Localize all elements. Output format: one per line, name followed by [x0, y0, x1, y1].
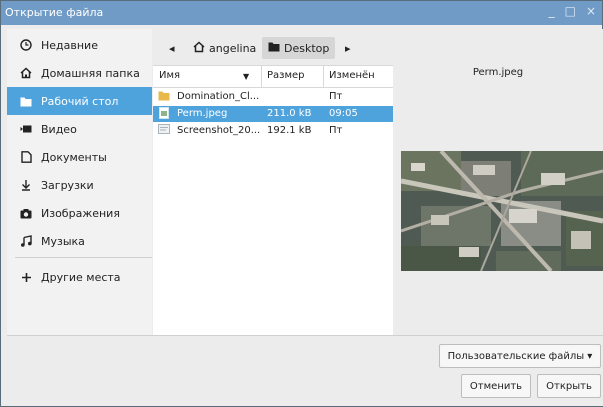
column-separator[interactable]: [323, 66, 324, 88]
column-name[interactable]: Имя: [159, 70, 180, 81]
sidebar-item-video[interactable]: Видео: [7, 115, 152, 143]
path-home-button[interactable]: angelina: [187, 37, 262, 59]
sidebar-item-recent[interactable]: Недавние: [7, 31, 152, 59]
file-filter-dropdown[interactable]: Пользовательские файлы ▾: [439, 344, 601, 368]
folder-icon: [158, 90, 170, 104]
folder-icon: [19, 96, 33, 107]
preview-pane: Perm.jpeg: [393, 65, 603, 335]
sidebar-item-label: Недавние: [41, 38, 98, 52]
open-button[interactable]: Открыть: [537, 374, 601, 398]
file-list-header: Имя ▼ Размер Изменён: [153, 66, 393, 88]
path-back-button[interactable]: ◂: [163, 37, 181, 59]
cancel-button[interactable]: Отменить: [461, 374, 531, 398]
image-file-icon: [159, 107, 169, 122]
file-row[interactable]: Screenshot_20... 192.1 kB Пт: [153, 123, 393, 139]
home-icon: [19, 67, 33, 79]
sidebar-item-home[interactable]: Домашняя папка: [7, 59, 152, 87]
music-icon: [19, 235, 33, 247]
column-modified[interactable]: Изменён: [329, 70, 375, 81]
chevron-left-icon: ◂: [169, 41, 175, 55]
path-forward-button[interactable]: ▸: [339, 37, 357, 59]
sidebar-item-desktop[interactable]: Рабочий стол: [7, 87, 152, 115]
sidebar-item-music[interactable]: Музыка: [7, 227, 152, 255]
places-sidebar: Недавние Домашняя папка Рабочий стол Вид…: [7, 29, 152, 335]
sidebar-item-downloads[interactable]: Загрузки: [7, 171, 152, 199]
file-name: Screenshot_20...: [177, 125, 261, 136]
window-title: Открытие файла: [5, 6, 104, 19]
preview-title: Perm.jpeg: [472, 67, 524, 78]
file-modified: Пт: [329, 91, 343, 102]
sidebar-item-label: Документы: [41, 150, 107, 164]
download-icon: [19, 179, 33, 191]
sidebar-item-label: Рабочий стол: [41, 94, 119, 108]
sidebar-item-label: Видео: [41, 122, 77, 136]
title-bar: Открытие файла _ □ ×: [1, 1, 602, 25]
column-separator[interactable]: [261, 66, 262, 88]
camera-icon: [19, 208, 33, 219]
sidebar-item-label: Музыка: [41, 234, 85, 248]
sort-down-icon[interactable]: ▼: [243, 72, 249, 81]
close-icon[interactable]: ×: [586, 4, 596, 18]
file-size: 192.1 kB: [267, 125, 312, 136]
sidebar-item-other-locations[interactable]: Другие места: [7, 263, 152, 291]
chevron-right-icon: ▸: [345, 41, 351, 55]
window-controls: _ □ ×: [549, 4, 596, 18]
file-size: 211.0 kB: [267, 108, 312, 119]
home-icon: [193, 40, 205, 56]
path-home-label: angelina: [209, 41, 257, 55]
plus-icon: [19, 272, 33, 283]
path-current-label: Desktop: [284, 41, 330, 55]
column-size[interactable]: Размер: [267, 70, 305, 81]
document-icon: [19, 151, 33, 163]
sidebar-item-label: Домашняя папка: [41, 66, 140, 80]
file-row[interactable]: Perm.jpeg 211.0 kB 09:05: [153, 106, 393, 122]
dialog-footer: Пользовательские файлы ▾ Отменить Открыт…: [7, 335, 603, 406]
minimize-icon[interactable]: _: [549, 4, 555, 18]
sidebar-item-label: Другие места: [41, 270, 121, 284]
path-desktop-button[interactable]: Desktop: [262, 37, 336, 59]
file-name: Domination_Cl...: [177, 91, 260, 102]
sidebar-item-label: Загрузки: [41, 178, 94, 192]
file-filter-label: Пользовательские файлы ▾: [447, 350, 593, 362]
open-button-label: Открыть: [546, 380, 592, 392]
sidebar-item-label: Изображения: [41, 206, 120, 220]
clock-icon: [19, 39, 33, 51]
image-file-icon: [158, 124, 170, 137]
file-modified: Пт: [329, 125, 343, 136]
maximize-icon[interactable]: □: [565, 4, 576, 18]
sidebar-item-pictures[interactable]: Изображения: [7, 199, 152, 227]
file-open-dialog: Открытие файла _ □ × Недавние Домашняя п…: [0, 0, 603, 407]
sidebar-item-documents[interactable]: Документы: [7, 143, 152, 171]
video-icon: [19, 124, 33, 134]
cancel-button-label: Отменить: [469, 380, 523, 392]
sidebar-divider: [15, 257, 152, 258]
file-list: Имя ▼ Размер Изменён Domination_Cl... Пт…: [153, 65, 393, 335]
file-modified: 09:05: [329, 108, 358, 119]
folder-icon: [268, 41, 280, 55]
file-row[interactable]: Domination_Cl... Пт: [153, 89, 393, 105]
path-bar: ◂ angelina Desktop ▸: [153, 29, 603, 65]
preview-image: [400, 149, 603, 273]
file-name: Perm.jpeg: [177, 108, 228, 119]
